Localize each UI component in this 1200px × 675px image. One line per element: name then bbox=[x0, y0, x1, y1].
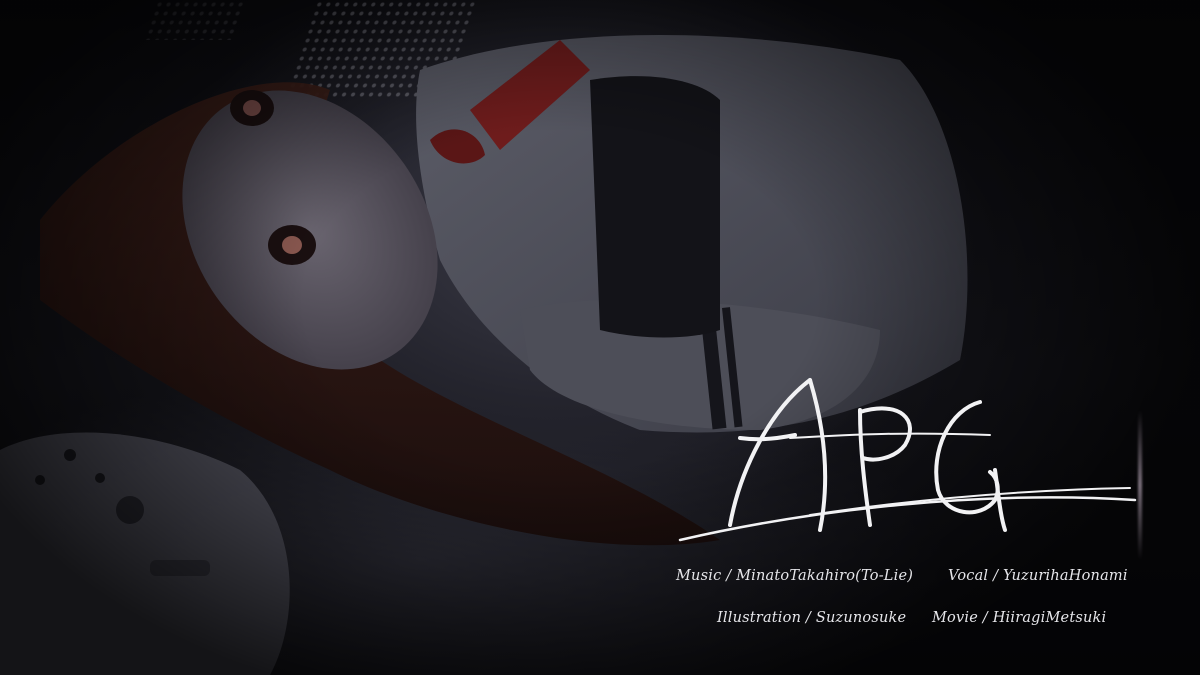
illustration-figure bbox=[0, 35, 968, 675]
title-card: Music / MinatoTakahiro(To-Lie) Vocal / Y… bbox=[0, 0, 1200, 675]
apg-logo bbox=[678, 378, 1137, 542]
controller bbox=[0, 432, 290, 675]
